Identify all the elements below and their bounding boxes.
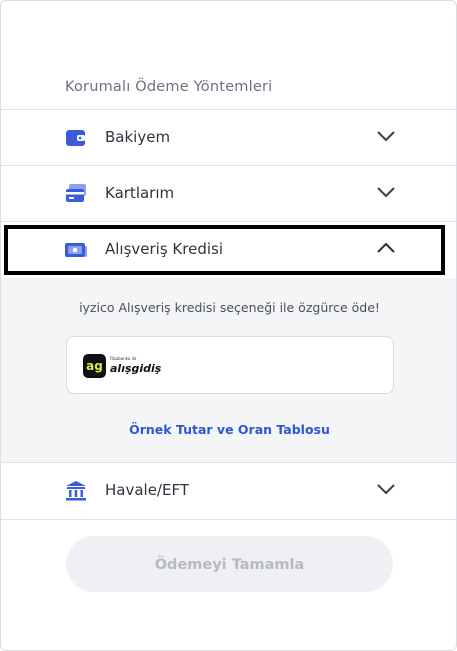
- method-row-kartlarim[interactable]: Kartlarım: [1, 165, 456, 222]
- alisgidis-option-card[interactable]: ag Fibabanka ile alışgidiş: [66, 336, 394, 394]
- chevron-down-icon[interactable]: [376, 185, 396, 199]
- credit-description: iyzico Alışveriş kredisi seçeneği ile öz…: [79, 300, 380, 315]
- bank-icon: [66, 481, 86, 501]
- page-title: Korumalı Ödeme Yöntemleri: [65, 79, 273, 95]
- method-label: Bakiyem: [105, 128, 171, 146]
- cash-icon: [65, 243, 87, 257]
- svg-text:ag: ag: [86, 359, 103, 373]
- method-row-havale-eft[interactable]: Havale/EFT: [1, 462, 456, 520]
- payment-methods-panel: Korumalı Ödeme Yöntemleri Bakiyem Kartla…: [0, 0, 457, 651]
- wallet-icon: [66, 130, 85, 146]
- svg-text:Fibabanka ile: Fibabanka ile: [110, 356, 137, 361]
- chevron-down-icon[interactable]: [376, 129, 396, 143]
- alisgidis-logo: ag Fibabanka ile alışgidiş: [83, 354, 162, 378]
- method-label: Alışveriş Kredisi: [105, 240, 224, 258]
- chevron-up-icon[interactable]: [376, 241, 396, 255]
- method-row-alisveris-kredisi[interactable]: Alışveriş Kredisi: [1, 221, 456, 278]
- method-label: Havale/EFT: [105, 481, 189, 499]
- method-label: Kartlarım: [105, 184, 175, 202]
- cards-icon: [66, 184, 86, 202]
- alisveris-kredisi-panel: iyzico Alışveriş kredisi seçeneği ile öz…: [1, 278, 456, 462]
- svg-text:alışgidiş: alışgidiş: [110, 362, 162, 375]
- chevron-down-icon[interactable]: [376, 482, 396, 496]
- complete-payment-button[interactable]: Ödemeyi Tamamla: [66, 536, 393, 592]
- method-row-bakiyem[interactable]: Bakiyem: [1, 109, 456, 166]
- sample-rate-table-link[interactable]: Örnek Tutar ve Oran Tablosu: [1, 422, 456, 437]
